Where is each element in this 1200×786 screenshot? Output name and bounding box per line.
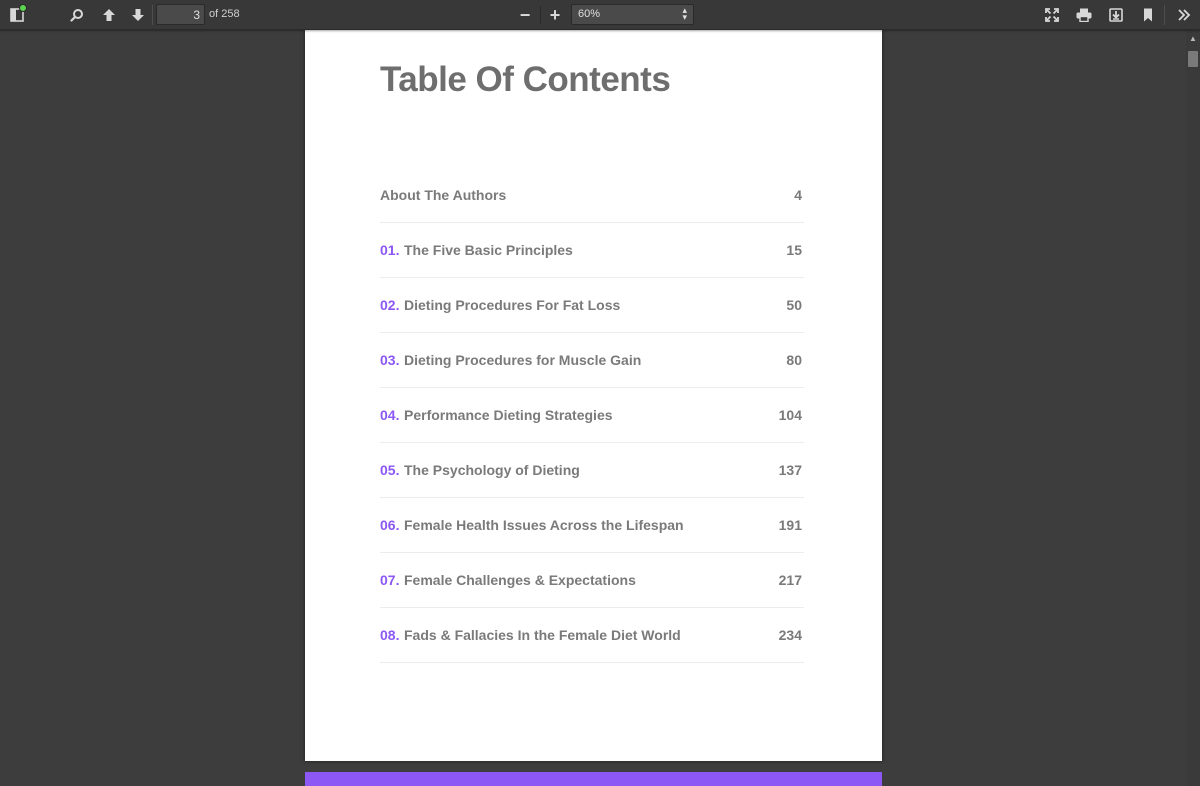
vertical-scrollbar[interactable]: ▲ [1186,30,1200,786]
toc-page-number: 137 [778,462,802,478]
toc-page-number: 104 [778,407,802,423]
toc-entry-title: Fads & Fallacies In the Female Diet Worl… [404,627,681,643]
toc-entry-title: Performance Dieting Strategies [404,407,613,423]
toc-entry[interactable]: 06. Female Health Issues Across the Lifes… [380,498,804,553]
tools-menu-button[interactable] [1171,3,1197,27]
toc-entry[interactable]: 07. Female Challenges & Expectations 217 [380,553,804,608]
print-button[interactable] [1071,3,1097,27]
toc-chapter-number: 04. [380,407,400,423]
zoom-select-value: 60% [578,8,601,20]
pdf-toolbar: of 258 − + 60% ▴▾ [0,0,1200,30]
toc-page-number: 191 [778,517,802,533]
next-pdf-page [305,772,882,786]
presentation-mode-button[interactable] [1039,3,1065,27]
download-icon [1109,8,1123,22]
bookmark-button[interactable] [1135,3,1161,27]
toc-page-number: 15 [786,242,802,258]
toolbar-divider [1164,5,1165,25]
toc-entry[interactable]: 02. Dieting Procedures For Fat Loss 50 [380,278,804,333]
toc-entry-title: Dieting Procedures for Muscle Gain [404,352,642,368]
zoom-in-button[interactable]: + [541,3,569,27]
toc-page-number: 217 [778,572,802,588]
next-page-button[interactable] [125,3,151,27]
toc-chapter-number: 01. [380,242,400,258]
pdf-page: Table Of Contents About The Authors 4 01. T… [305,30,882,761]
toc-entry[interactable]: 03. Dieting Procedures for Muscle Gain 80 [380,333,804,388]
toc-page-number: 234 [778,627,802,643]
toc-entry-title: Female Challenges & Expectations [404,572,636,588]
page-title: Table Of Contents [380,60,671,99]
arrow-up-icon [102,8,116,22]
toc-page-number: 4 [794,187,802,203]
toc-page-number: 50 [786,297,802,313]
toc-entry[interactable]: 01. The Five Basic Principles 15 [380,223,804,278]
toc-entry[interactable]: 04. Performance Dieting Strategies 104 [380,388,804,443]
zoom-select[interactable]: 60% ▴ ▾ [571,4,694,25]
document-viewer[interactable]: Table Of Contents About The Authors 4 01. T… [0,30,1186,786]
toc-entry[interactable]: 08. Fads & Fallacies In the Female Diet W… [380,608,804,663]
toc-entry-title: The Psychology of Dieting [404,462,580,478]
toc-chapter-number: 03. [380,352,400,368]
toc-chapter-number: 06. [380,517,400,533]
bookmark-icon [1142,8,1154,22]
zoom-out-icon: − [519,4,531,25]
toc-chapter-number: 02. [380,297,400,313]
download-button[interactable] [1103,3,1129,27]
select-arrows-icon: ▴ ▾ [682,5,687,22]
toc-entry[interactable]: About The Authors 4 [380,168,804,223]
toolbar-divider [152,5,153,25]
toc-chapter-number: 05. [380,462,400,478]
page-number-input[interactable] [156,4,205,25]
search-icon [70,8,84,22]
toc-chapter-number: 07. [380,572,400,588]
search-button[interactable] [64,3,90,27]
zoom-out-button[interactable]: − [511,3,539,27]
notification-dot [19,4,27,12]
print-icon [1076,8,1092,22]
toc-entry-title: Female Health Issues Across the Lifespan [404,517,684,533]
scroll-up-arrow-icon[interactable]: ▲ [1186,30,1200,48]
toc-entry[interactable]: 05. The Psychology of Dieting 137 [380,443,804,498]
toc-entry-title: The Five Basic Principles [404,242,573,258]
arrow-down-icon [131,8,145,22]
toc-page-number: 80 [786,352,802,368]
toc-entry-title: Dieting Procedures For Fat Loss [404,297,621,313]
toc-chapter-number: 08. [380,627,400,643]
zoom-in-icon: + [549,4,561,25]
previous-page-button[interactable] [96,3,122,27]
double-chevron-right-icon [1177,8,1191,22]
fullscreen-icon [1045,8,1059,22]
toc-list: About The Authors 4 01. The Five Basic Prin… [380,168,804,663]
page-count-label: of 258 [209,8,240,20]
scrollbar-thumb[interactable] [1188,51,1198,67]
toc-entry-title: About The Authors [380,187,507,203]
